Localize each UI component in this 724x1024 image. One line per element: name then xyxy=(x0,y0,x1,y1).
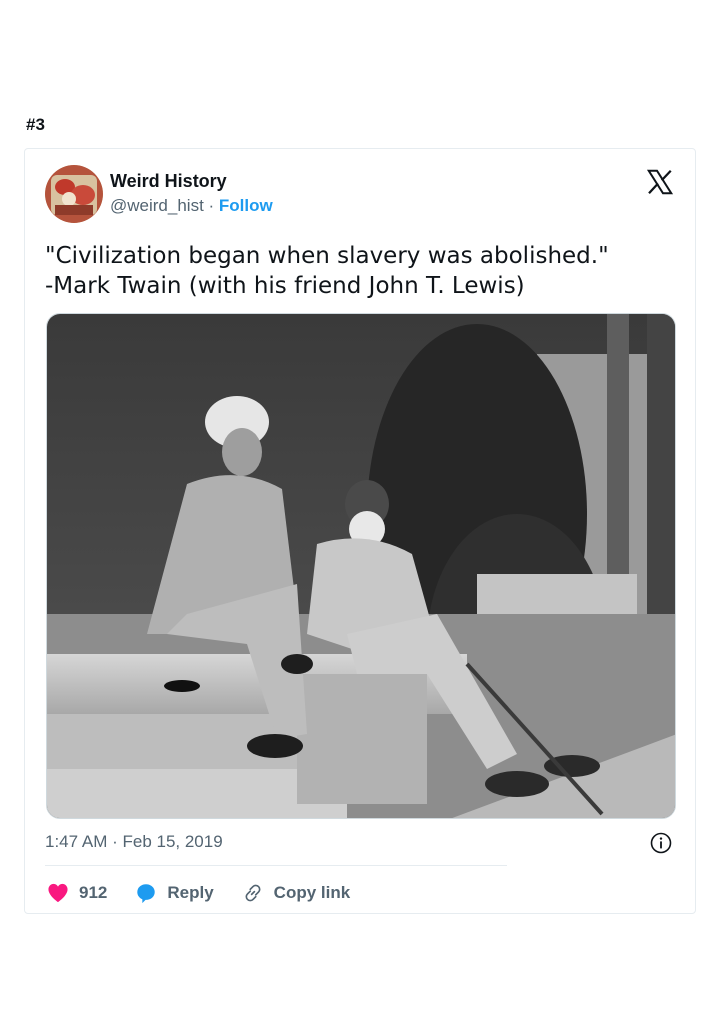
author-handle[interactable]: @weird_hist xyxy=(110,196,204,215)
heart-icon xyxy=(48,883,68,903)
tweet-text-line-1: "Civilization began when slavery was abo… xyxy=(45,243,609,269)
divider xyxy=(45,865,507,866)
info-icon[interactable] xyxy=(649,831,673,855)
copy-link-button[interactable]: Copy link xyxy=(242,882,351,904)
tweet-photo[interactable] xyxy=(46,313,676,819)
post-number: #3 xyxy=(26,115,45,134)
tweet-card: Weird History @weird_hist · Follow "Civi… xyxy=(24,148,696,914)
tweet-timestamp[interactable]: 1:47 AM · Feb 15, 2019 xyxy=(45,832,223,852)
tweet-text: "Civilization began when slavery was abo… xyxy=(45,241,675,301)
avatar[interactable] xyxy=(45,165,103,223)
tweet-text-line-2: -Mark Twain (with his friend John T. Lew… xyxy=(45,273,525,299)
follow-link[interactable]: Follow xyxy=(219,196,273,215)
handle-row: @weird_hist · Follow xyxy=(110,196,273,216)
author-name[interactable]: Weird History xyxy=(110,171,227,192)
like-count: 912 xyxy=(79,883,108,902)
x-logo-icon[interactable] xyxy=(645,167,675,197)
reply-button[interactable]: Reply xyxy=(135,882,214,904)
like-button[interactable]: 912 xyxy=(47,883,107,903)
action-bar: 912 Reply Copy link xyxy=(47,879,378,907)
link-icon xyxy=(245,884,261,902)
reply-bubble-icon xyxy=(137,884,156,904)
copy-link-label: Copy link xyxy=(273,883,351,902)
separator: · xyxy=(203,196,219,215)
reply-label: Reply xyxy=(167,883,214,902)
